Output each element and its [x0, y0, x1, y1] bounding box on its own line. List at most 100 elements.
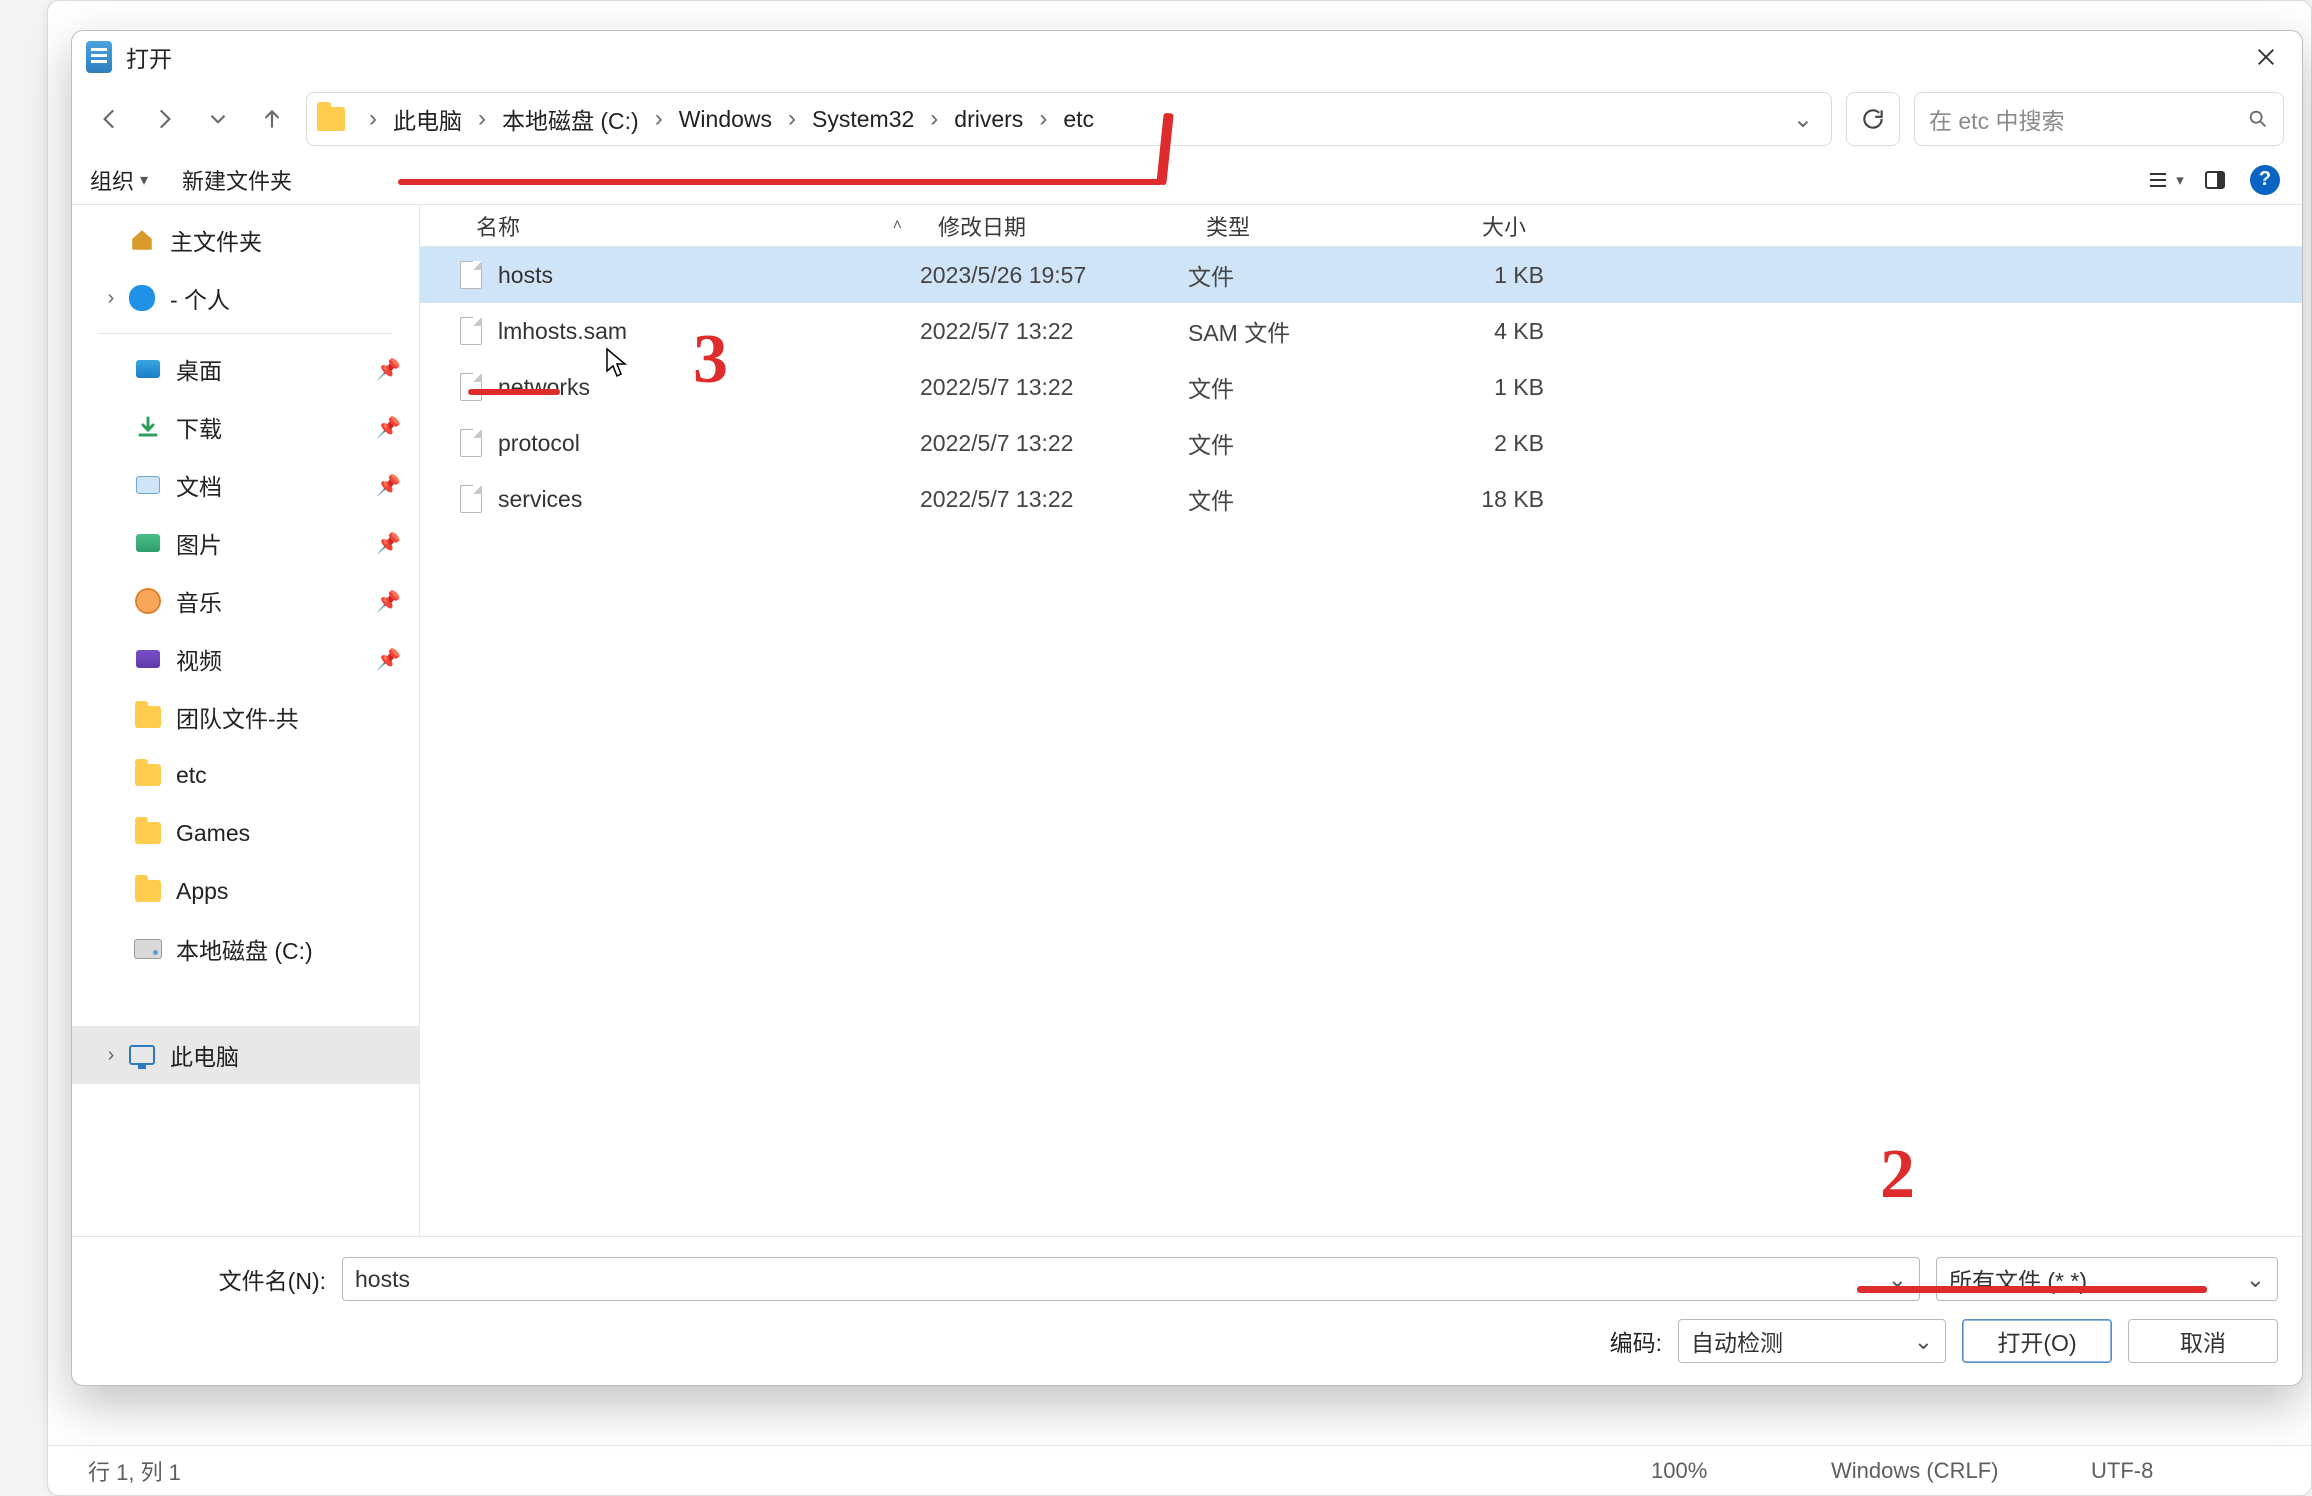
col-name[interactable]: 名称 ˄ [420, 210, 920, 242]
file-row[interactable]: hosts2023/5/26 19:57文件1 KB [420, 247, 2302, 303]
sidebar-item-downloads[interactable]: 下载 📌 [72, 398, 419, 456]
drive-icon [134, 935, 162, 963]
cursor-icon [605, 347, 629, 379]
dialog-body: 主文件夹 › - 个人 桌面 📌 下载 [72, 205, 2302, 1236]
refresh-icon [1860, 106, 1886, 132]
panel-icon [2203, 168, 2227, 192]
file-name: services [498, 486, 920, 513]
file-name: lmhosts.sam [498, 318, 920, 345]
pictures-icon [134, 529, 162, 557]
crumb-2[interactable]: Windows [679, 106, 772, 133]
crumb-3[interactable]: System32 [812, 106, 914, 133]
home-icon [128, 226, 156, 254]
sidebar-item-pictures[interactable]: 图片 📌 [72, 514, 419, 572]
expand-icon[interactable]: › [100, 287, 122, 310]
filename-input[interactable]: hosts ⌄ [342, 1257, 1920, 1301]
sidebar-this-pc[interactable]: › 此电脑 [72, 1026, 419, 1084]
file-type-filter[interactable]: 所有文件 (*.*) ⌄ [1936, 1257, 2278, 1301]
cancel-button[interactable]: 取消 [2128, 1319, 2278, 1363]
file-row[interactable]: services2022/5/7 13:22文件18 KB [420, 471, 2302, 527]
sidebar-item-video[interactable]: 视频 📌 [72, 630, 419, 688]
sidebar: 主文件夹 › - 个人 桌面 📌 下载 [72, 205, 420, 1236]
view-mode-button[interactable]: ▾ [2146, 161, 2184, 199]
file-type: SAM 文件 [1188, 314, 1406, 348]
folder-icon [134, 703, 162, 731]
recent-button[interactable] [198, 99, 238, 139]
open-button[interactable]: 打开(O) [1962, 1319, 2112, 1363]
address-dropdown[interactable]: ⌄ [1793, 105, 1813, 134]
file-rows: hosts2023/5/26 19:57文件1 KBlmhosts.sam202… [420, 247, 2302, 1236]
file-type: 文件 [1188, 258, 1406, 292]
sidebar-item-desktop[interactable]: 桌面 📌 [72, 340, 419, 398]
status-enc: UTF-8 [2091, 1458, 2271, 1484]
chevron-right-icon: › [788, 105, 796, 133]
file-icon [460, 485, 482, 513]
status-eol: Windows (CRLF) [1831, 1458, 2091, 1484]
file-icon [460, 317, 482, 345]
crumb-5[interactable]: etc [1063, 106, 1094, 133]
col-date[interactable]: 修改日期 [920, 210, 1188, 242]
sidebar-home[interactable]: 主文件夹 [72, 211, 419, 269]
sidebar-item-games[interactable]: Games [72, 804, 419, 862]
file-type: 文件 [1188, 482, 1406, 516]
crumb-1[interactable]: 本地磁盘 (C:) [502, 102, 639, 136]
filename-label: 文件名(N): [96, 1262, 326, 1296]
sidebar-item-documents[interactable]: 文档 📌 [72, 456, 419, 514]
expand-icon[interactable]: › [100, 1044, 122, 1067]
file-name: protocol [498, 430, 920, 457]
file-name: hosts [498, 262, 920, 289]
list-icon [2146, 168, 2170, 192]
col-size[interactable]: 大小 [1406, 210, 1544, 242]
help-button[interactable]: ? [2246, 161, 2284, 199]
sidebar-item-music[interactable]: 音乐 📌 [72, 572, 419, 630]
pin-icon: 📌 [376, 473, 401, 498]
file-row[interactable]: networks2022/5/7 13:22文件1 KB [420, 359, 2302, 415]
organize-button[interactable]: 组织▾ [90, 164, 148, 196]
file-date: 2022/5/7 13:22 [920, 374, 1188, 401]
chevron-right-icon: › [478, 105, 486, 133]
pin-icon: 📌 [376, 531, 401, 556]
sidebar-item-teamfiles[interactable]: 团队文件-共 [72, 688, 419, 746]
file-date: 2022/5/7 13:22 [920, 318, 1188, 345]
preview-pane-button[interactable] [2196, 161, 2234, 199]
sidebar-item-apps[interactable]: Apps [72, 862, 419, 920]
close-button[interactable] [2244, 35, 2288, 79]
pin-icon: 📌 [376, 647, 401, 672]
search-box[interactable]: 在 etc 中搜索 [1914, 92, 2284, 146]
file-size: 2 KB [1406, 430, 1544, 457]
file-date: 2023/5/26 19:57 [920, 262, 1188, 289]
file-area: 名称 ˄ 修改日期 类型 大小 hosts2023/5/26 19:57文件1 … [420, 205, 2302, 1236]
chevron-down-icon[interactable]: ⌄ [2246, 1266, 2265, 1293]
file-size: 1 KB [1406, 262, 1544, 289]
refresh-button[interactable] [1846, 92, 1900, 146]
chevron-down-icon[interactable]: ⌄ [1914, 1328, 1933, 1355]
crumb-0[interactable]: 此电脑 [393, 102, 462, 136]
chevron-down-icon[interactable]: ⌄ [1888, 1266, 1907, 1293]
forward-button[interactable] [144, 99, 184, 139]
address-bar[interactable]: › 此电脑 › 本地磁盘 (C:) › Windows › System32 ›… [306, 92, 1832, 146]
sidebar-item-etc[interactable]: etc [72, 746, 419, 804]
encoding-select[interactable]: 自动检测 ⌄ [1678, 1319, 1946, 1363]
encoding-label: 编码: [1610, 1324, 1662, 1358]
back-button[interactable] [90, 99, 130, 139]
file-icon [460, 261, 482, 289]
pin-icon: 📌 [376, 589, 401, 614]
dialog-titlebar: 打开 [72, 31, 2302, 83]
sidebar-item-cdrive[interactable]: 本地磁盘 (C:) [72, 920, 419, 978]
new-folder-button[interactable]: 新建文件夹 [182, 164, 292, 196]
folder-icon [317, 107, 345, 131]
file-row[interactable]: lmhosts.sam2022/5/7 13:22SAM 文件4 KB [420, 303, 2302, 359]
sidebar-onedrive[interactable]: › - 个人 [72, 269, 419, 327]
col-type[interactable]: 类型 [1188, 210, 1406, 242]
chevron-right-icon: › [1039, 105, 1047, 133]
crumb-4[interactable]: drivers [954, 106, 1023, 133]
stage: 行 1, 列 1 100% Windows (CRLF) UTF-8 打开 [0, 0, 2312, 1496]
document-icon [134, 471, 162, 499]
up-button[interactable] [252, 99, 292, 139]
pc-icon [128, 1041, 156, 1069]
file-row[interactable]: protocol2022/5/7 13:22文件2 KB [420, 415, 2302, 471]
nav-row: › 此电脑 › 本地磁盘 (C:) › Windows › System32 ›… [72, 83, 2302, 155]
search-placeholder: 在 etc 中搜索 [1929, 102, 2064, 136]
folder-icon [134, 819, 162, 847]
status-zoom: 100% [1651, 1458, 1831, 1484]
